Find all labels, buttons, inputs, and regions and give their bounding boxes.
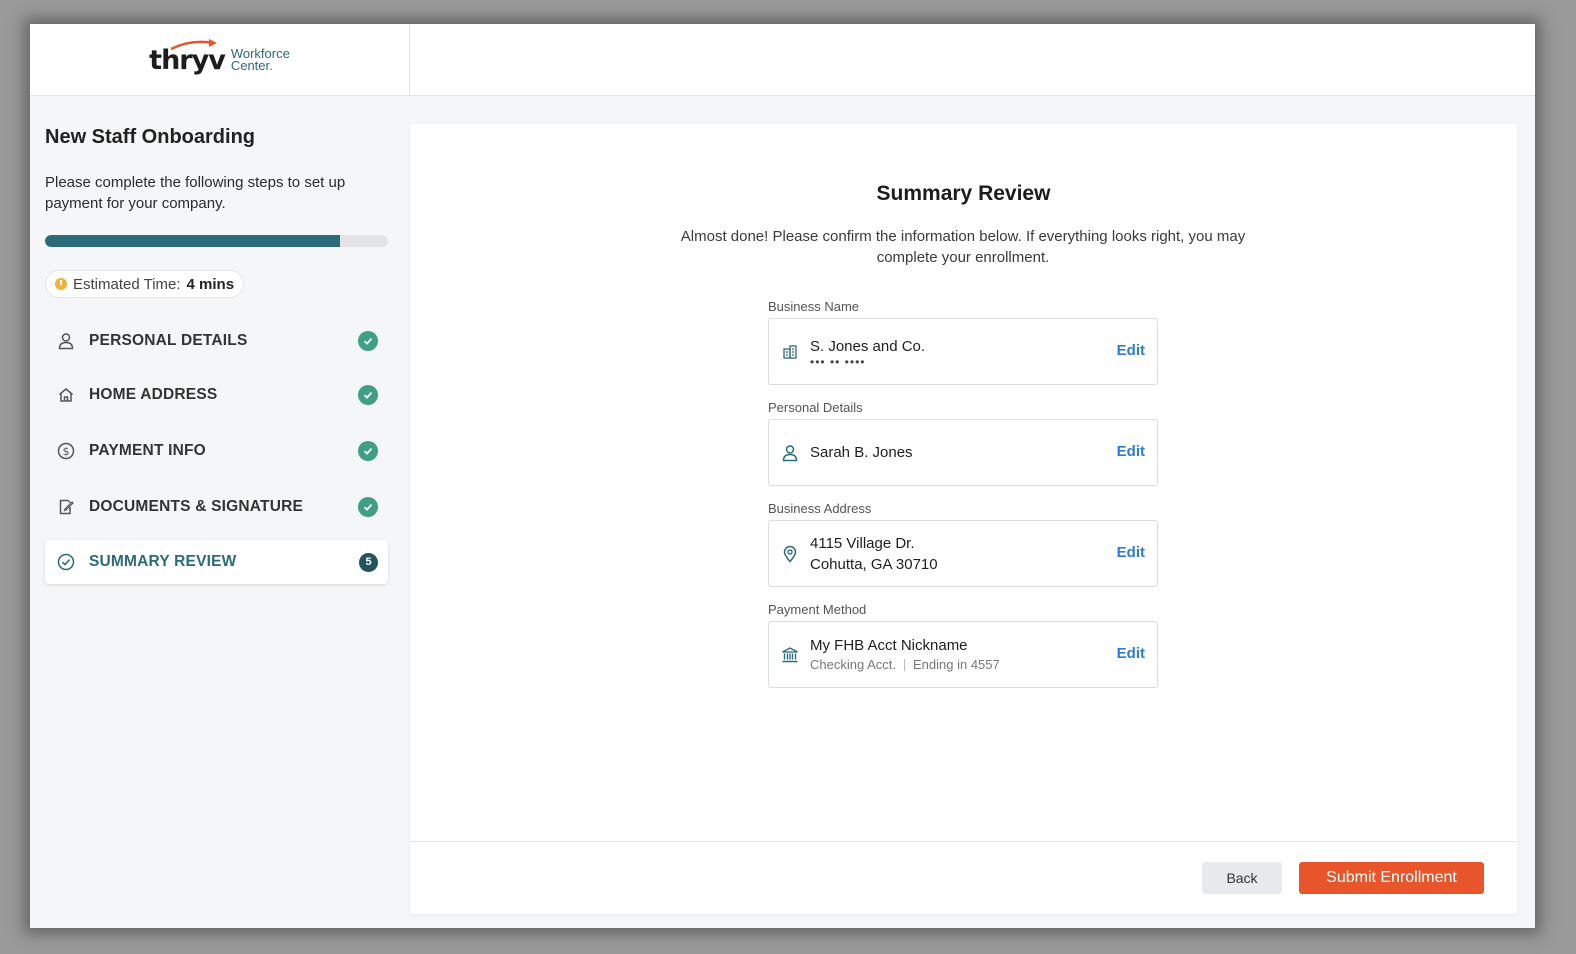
submit-enrollment-button[interactable]: Submit Enrollment [1299, 862, 1484, 894]
progress-bar [45, 235, 388, 247]
estimated-time-pill: Estimated Time: 4 mins [45, 270, 245, 298]
logo-subtitle: Workforce Center. [230, 47, 290, 73]
progress-bar-fill [45, 235, 340, 247]
estimated-time-value: 4 mins [186, 275, 235, 293]
personal-details-text: Sarah B. Jones [810, 420, 913, 485]
bank-icon [780, 645, 800, 665]
person-icon [55, 330, 77, 352]
edit-payment-method-link[interactable]: Edit [1117, 645, 1145, 662]
step-label: HOME ADDRESS [89, 386, 218, 403]
business-name-value: S. Jones and Co. [810, 338, 926, 355]
payment-method-card: My FHB Acct Nickname Checking Acct. Endi… [768, 621, 1158, 688]
business-address-text: 4115 Village Dr. Cohutta, GA 30710 [810, 521, 938, 586]
sidebar-title: New Staff Onboarding [45, 126, 255, 148]
payment-account-ending: Ending in 4557 [913, 657, 1000, 672]
step-documents-signature[interactable]: DOCUMENTS & SIGNATURE [45, 485, 388, 529]
step-label: PERSONAL DETAILS [89, 332, 248, 349]
personal-details-label: Personal Details [768, 400, 863, 415]
payment-account-type: Checking Acct. [810, 657, 896, 672]
edit-personal-details-link[interactable]: Edit [1117, 443, 1145, 460]
step-payment-info[interactable]: $ PAYMENT INFO [45, 429, 388, 473]
logo-sub-line2: Center. [230, 58, 273, 73]
check-icon [358, 441, 378, 461]
payment-method-label: Payment Method [768, 602, 867, 617]
step-home-address[interactable]: HOME ADDRESS [45, 373, 388, 417]
business-name-text: S. Jones and Co. ••• •• •••• [810, 319, 925, 384]
payment-divider [904, 659, 905, 671]
step-label: DOCUMENTS & SIGNATURE [89, 498, 304, 515]
page-title: Summary Review [876, 182, 1051, 205]
logo-word: thryv [149, 38, 226, 76]
step-summary-review[interactable]: SUMMARY REVIEW 5 [45, 540, 388, 584]
dollar-icon: $ [55, 440, 77, 462]
step-number-badge: 5 [359, 552, 378, 572]
payment-nickname: My FHB Acct Nickname [810, 637, 968, 654]
address-line1: 4115 Village Dr. [810, 534, 915, 552]
business-address-card: 4115 Village Dr. Cohutta, GA 30710 Edit [768, 520, 1158, 587]
home-icon [55, 384, 77, 406]
logo-area: thryv Workforce Center. [30, 24, 410, 96]
top-bar: thryv Workforce Center. [30, 24, 1535, 96]
edit-business-address-link[interactable]: Edit [1117, 544, 1145, 561]
step-label: SUMMARY REVIEW [89, 553, 237, 570]
check-icon [358, 497, 378, 517]
app-window: thryv Workforce Center. New Staff Onboar… [30, 24, 1535, 928]
form-footer: Back Submit Enrollment [410, 841, 1517, 914]
address-line2: Cohutta, GA 30710 [810, 555, 938, 573]
check-icon [358, 331, 378, 351]
personal-name-value: Sarah B. Jones [810, 444, 913, 461]
payment-method-text: My FHB Acct Nickname Checking Acct. Endi… [810, 622, 1000, 687]
document-sign-icon [55, 496, 77, 518]
step-label: PAYMENT INFO [89, 442, 206, 459]
business-name-label: Business Name [768, 299, 860, 314]
svg-text:$: $ [63, 445, 70, 458]
personal-details-card: Sarah B. Jones Edit [768, 419, 1158, 486]
business-masked-value: ••• •• •••• [810, 355, 866, 369]
logo-swoosh-icon [170, 38, 218, 50]
sidebar: New Staff Onboarding Please complete the… [30, 96, 410, 928]
step-personal-details[interactable]: PERSONAL DETAILS [45, 319, 388, 363]
building-icon [780, 342, 800, 362]
business-name-card: S. Jones and Co. ••• •• •••• Edit [768, 318, 1158, 385]
check-icon [358, 385, 378, 405]
main-panel: Summary Review Almost done! Please confi… [410, 124, 1517, 914]
business-address-label: Business Address [768, 501, 872, 516]
estimated-time-label: Estimated Time: [73, 275, 181, 293]
payment-details: Checking Acct. Ending in 4557 [810, 656, 1000, 674]
thryv-logo: thryv Workforce Center. [149, 38, 290, 76]
back-button[interactable]: Back [1202, 862, 1282, 894]
check-circle-icon [55, 551, 77, 573]
clock-icon [55, 278, 67, 290]
location-pin-icon [780, 544, 800, 564]
sidebar-description: Please complete the following steps to s… [45, 174, 346, 212]
edit-business-name-link[interactable]: Edit [1117, 342, 1145, 359]
page-description: Almost done! Please confirm the informat… [680, 228, 1246, 266]
person-icon [780, 443, 800, 463]
